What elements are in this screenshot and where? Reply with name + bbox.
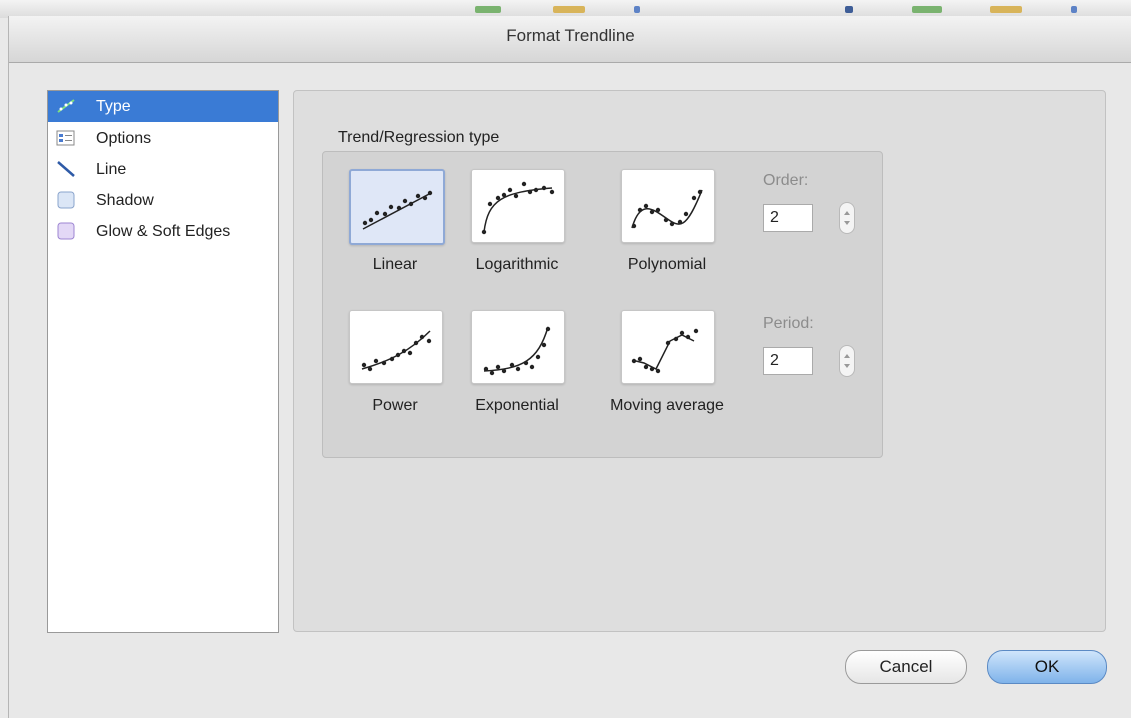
toolbar-icon [912, 6, 942, 13]
trend-type-exponential[interactable] [471, 310, 565, 384]
trend-icon [57, 99, 75, 113]
power-trend-icon [361, 330, 432, 372]
sidebar-item-label: Line [96, 161, 127, 178]
period-label: Period: [763, 315, 814, 332]
sidebar-item-type[interactable]: Type [48, 91, 278, 122]
toolbar-icon [475, 6, 501, 13]
shadow-icon [57, 191, 75, 209]
trend-label-exponential: Exponential [475, 397, 559, 414]
order-stepper[interactable] [839, 202, 855, 234]
trend-type-linear[interactable] [349, 169, 445, 245]
polynomial-trend-icon [631, 189, 703, 229]
stepper-up-icon [844, 211, 850, 215]
line-icon [57, 161, 75, 177]
stepper-down-icon [844, 221, 850, 225]
category-sidebar: Type Options Line Shadow Glow & Soft Edg… [47, 90, 279, 633]
trend-type-polynomial[interactable] [621, 169, 715, 243]
order-label: Order: [763, 172, 809, 189]
sidebar-item-glow-soft-edges[interactable]: Glow & Soft Edges [48, 216, 278, 247]
trendline-type-panel: Trend/Regression type Linear Logarithmic… [293, 90, 1106, 632]
dialog-titlebar: Format Trendline [9, 16, 1131, 63]
glow-icon [57, 222, 75, 240]
sidebar-item-shadow[interactable]: Shadow [48, 185, 278, 216]
sidebar-item-options[interactable]: Options [48, 123, 278, 154]
trend-label-logarithmic: Logarithmic [475, 256, 559, 273]
toolbar-icon [990, 6, 1022, 13]
toolbar-icon [553, 6, 585, 13]
moving-average-trend-icon [631, 328, 699, 374]
period-stepper[interactable] [839, 345, 855, 377]
sidebar-item-label: Glow & Soft Edges [96, 223, 231, 240]
toolbar-icon [845, 6, 853, 13]
trend-regression-type-group: Linear Logarithmic Polynomial Power Expo… [322, 151, 883, 458]
trend-label-moving-average: Moving average [610, 397, 724, 414]
linear-trend-icon [362, 190, 433, 230]
dialog-title: Format Trendline [506, 26, 635, 45]
sidebar-item-label: Options [96, 130, 152, 147]
exponential-trend-icon [483, 326, 551, 376]
trend-type-moving-average[interactable] [621, 310, 715, 384]
sidebar-item-label: Type [96, 98, 131, 115]
stepper-down-icon [844, 364, 850, 368]
toolbar-icon [634, 6, 640, 13]
trend-label-polynomial: Polynomial [627, 256, 707, 273]
trend-regression-type-label: Trend/Regression type [338, 129, 500, 146]
logarithmic-trend-icon [481, 181, 555, 235]
sidebar-item-label: Shadow [96, 192, 154, 209]
ok-button[interactable]: OK [987, 650, 1107, 684]
order-field[interactable] [763, 204, 813, 232]
trend-type-power[interactable] [349, 310, 443, 384]
options-icon [56, 130, 75, 146]
toolbar-icon [1071, 6, 1077, 13]
format-trendline-dialog: Format Trendline Type Options Line Shado… [8, 16, 1131, 718]
stepper-up-icon [844, 354, 850, 358]
cancel-button[interactable]: Cancel [845, 650, 967, 684]
period-field[interactable] [763, 347, 813, 375]
trend-type-logarithmic[interactable] [471, 169, 565, 243]
sidebar-item-line[interactable]: Line [48, 154, 278, 185]
